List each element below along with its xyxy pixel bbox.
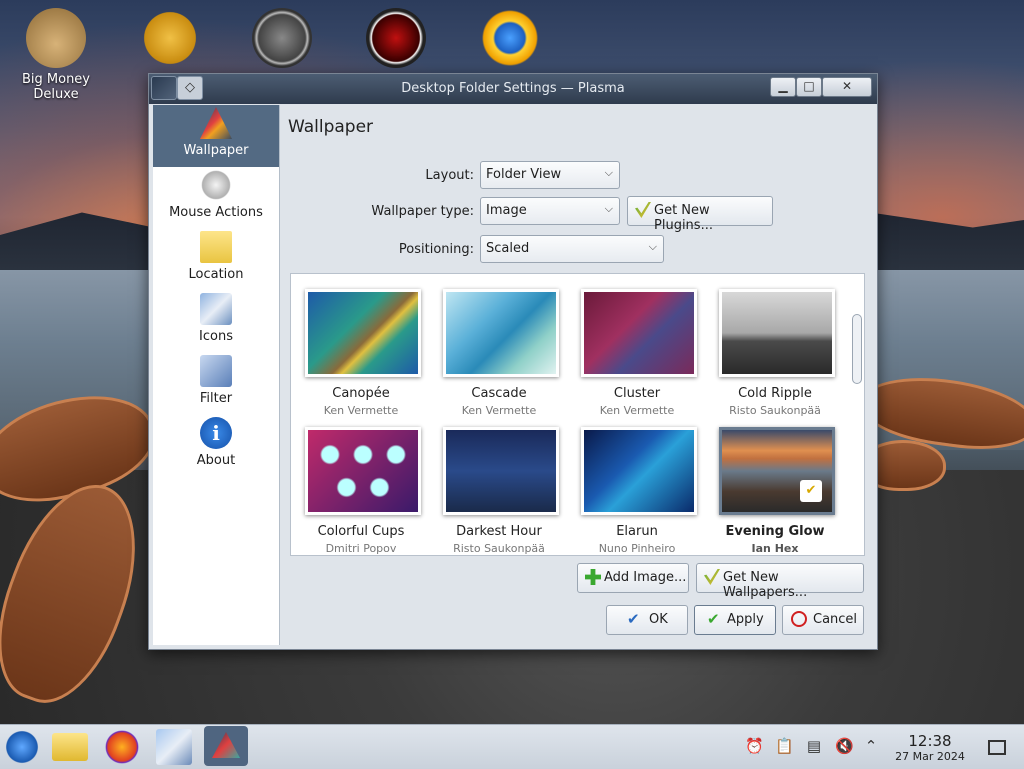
minimize-button[interactable]: ▁ <box>770 77 796 97</box>
wallpaper-thumbnail <box>719 289 835 377</box>
device-icon[interactable]: ▤ <box>805 737 823 755</box>
paper-icon <box>366 8 426 68</box>
get-new-plugins-button[interactable]: Get New Plugins... <box>627 196 773 233</box>
close-button[interactable]: ✕ <box>822 77 872 97</box>
wallpaper-item[interactable]: Cascade Ken Vermette <box>434 279 564 417</box>
page-title: Wallpaper <box>288 117 374 137</box>
wallpaper-thumbnail <box>305 427 421 515</box>
cancel-button[interactable]: Cancel <box>782 605 864 635</box>
sidebar-item-icons[interactable]: Icons <box>153 291 279 353</box>
apply-button[interactable]: ✔ Apply <box>694 605 776 635</box>
wallpaper-item[interactable]: Elarun Nuno Pinheiro <box>572 417 702 555</box>
wallpaper-type-select[interactable]: Image ⌵ <box>480 197 620 225</box>
get-new-icon <box>704 569 720 585</box>
settings-sidebar: Wallpaper Mouse Actions Location Icons F… <box>153 105 280 645</box>
wallpaper-icon <box>200 107 232 139</box>
ok-button[interactable]: ✔ OK <box>606 605 688 635</box>
sidebar-item-location[interactable]: Location <box>153 229 279 291</box>
layout-label: Layout: <box>425 168 474 183</box>
cancel-icon <box>791 611 807 627</box>
wallpaper-item-selected[interactable]: ✔ Evening Glow Ian Hex <box>710 417 840 555</box>
wallpaper-type-value: Image <box>486 203 527 218</box>
layout-select-value: Folder View <box>486 167 562 182</box>
positioning-value: Scaled <box>486 241 530 256</box>
maximize-button[interactable]: □ <box>796 77 822 97</box>
wallpaper-page: Wallpaper Layout: Folder View ⌵ Wallpape… <box>280 105 873 645</box>
titlebar[interactable]: ◇ Desktop Folder Settings — Plasma ▁ □ ✕ <box>149 74 877 104</box>
wallpaper-item[interactable]: Colorful Cups Dmitri Popov <box>296 417 426 555</box>
desktop-icon-kevin-pc[interactable] <box>234 8 330 72</box>
icons-icon <box>200 293 232 325</box>
wallpaper-grid-scrollbar[interactable] <box>850 276 862 552</box>
chevron-down-icon: ⌵ <box>604 202 613 215</box>
sidebar-item-about[interactable]: i About <box>153 415 279 477</box>
firefox-icon[interactable] <box>104 729 140 765</box>
positioning-select[interactable]: Scaled ⌵ <box>480 235 664 263</box>
gear-icon <box>140 8 200 68</box>
get-new-wallpapers-button[interactable]: Get New Wallpapers... <box>696 563 864 600</box>
wallpaper-thumbnail <box>581 427 697 515</box>
get-new-icon <box>635 202 651 218</box>
plus-icon <box>585 569 601 585</box>
info-icon: i <box>200 417 232 449</box>
scrollbar-thumb[interactable] <box>852 314 862 384</box>
desktop-icon-sun[interactable] <box>462 8 558 72</box>
clock-time[interactable]: 12:38 <box>890 732 970 750</box>
selected-check-icon: ✔ <box>800 480 822 502</box>
sidebar-item-filter[interactable]: Filter <box>153 353 279 415</box>
chevron-down-icon: ⌵ <box>648 240 657 253</box>
positioning-label: Positioning: <box>398 242 474 257</box>
wallpaper-item[interactable]: Darkest Hour Risto Saukonpää <box>434 417 564 555</box>
file-manager-icon[interactable] <box>52 733 88 761</box>
wallpaper-thumbnail: ✔ <box>719 427 835 515</box>
wallpaper-grid[interactable]: Canopée Ken Vermette Cascade Ken Vermett… <box>290 273 865 556</box>
desktop-icon-big-money[interactable]: Big Money Deluxe <box>8 8 104 102</box>
volume-muted-icon[interactable]: 🔇 <box>835 737 854 755</box>
wallpaper-thumbnail <box>305 289 421 377</box>
window-title: Desktop Folder Settings — Plasma <box>401 81 625 96</box>
gauge-icon <box>252 8 312 68</box>
wallpaper-item[interactable]: Canopée Ken Vermette <box>296 279 426 417</box>
clock-date[interactable]: 27 Mar 2024 <box>890 750 970 763</box>
start-menu-button[interactable] <box>4 729 40 765</box>
layout-select[interactable]: Folder View ⌵ <box>480 161 620 189</box>
notification-bell-icon[interactable]: ⏰ <box>745 737 764 755</box>
chevron-down-icon: ⌵ <box>604 166 613 179</box>
wallpaper-type-label: Wallpaper type: <box>371 204 474 219</box>
money-bag-icon <box>26 8 86 68</box>
apply-check-icon: ✔ <box>707 610 720 628</box>
system-settings-icon[interactable] <box>156 729 192 765</box>
folder-icon <box>200 231 232 263</box>
check-icon: ✔ <box>627 610 640 628</box>
sun-globe-icon <box>480 8 540 68</box>
desktop-folder-settings-dialog: ◇ Desktop Folder Settings — Plasma ▁ □ ✕… <box>148 73 878 650</box>
desktop-icon-paper[interactable] <box>348 8 444 72</box>
wallpaper-thumbnail <box>443 289 559 377</box>
filter-icon <box>200 355 232 387</box>
plasma-app-icon <box>212 732 240 758</box>
wallpaper-thumbnail <box>581 289 697 377</box>
add-image-button[interactable]: Add Image... <box>577 563 689 593</box>
chevron-up-icon[interactable]: ⌃ <box>862 737 880 755</box>
taskbar: ⏰ 📋 ▤ 🔇 ⌃ 12:38 27 Mar 2024 <box>0 724 1024 769</box>
desktop-icon-settings[interactable] <box>122 8 218 72</box>
sidebar-item-mouse-actions[interactable]: Mouse Actions <box>153 167 279 229</box>
wallpaper-item[interactable]: Cluster Ken Vermette <box>572 279 702 417</box>
show-desktop-icon[interactable] <box>988 740 1006 755</box>
wallpaper-thumbnail <box>443 427 559 515</box>
sidebar-item-wallpaper[interactable]: Wallpaper <box>153 105 279 167</box>
mouse-icon <box>200 169 232 201</box>
clipboard-icon[interactable]: 📋 <box>775 737 794 755</box>
plasma-settings-task[interactable] <box>204 726 248 766</box>
wallpaper-item[interactable]: Cold Ripple Risto Saukonpää <box>710 279 840 417</box>
